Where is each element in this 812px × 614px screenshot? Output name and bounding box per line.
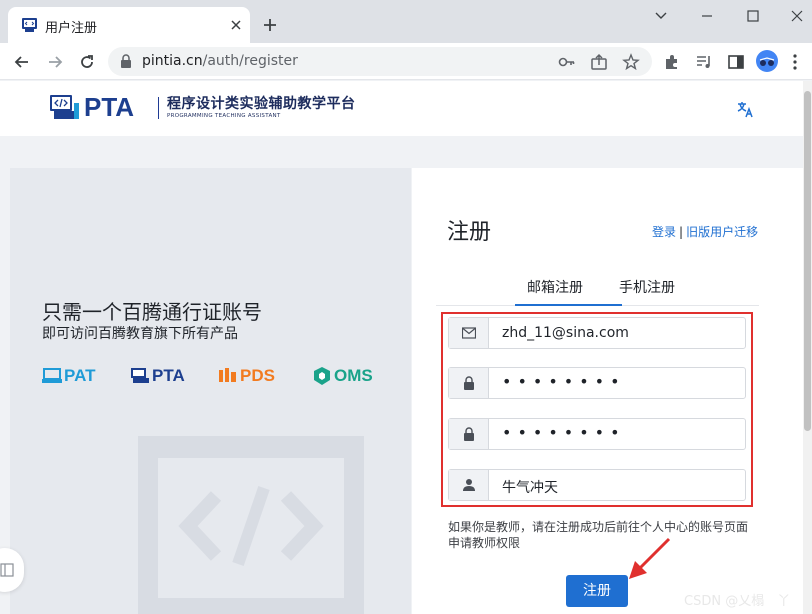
teacher-permission-note: 如果你是教师，请在注册成功后前往个人中心的账号页面申请教师权限	[448, 520, 749, 550]
brand-label: PTA	[152, 366, 185, 385]
pds-logo-icon	[219, 368, 236, 382]
address-bar[interactable]: pintia.cn/auth/register	[108, 47, 652, 76]
new-tab-plus-icon[interactable]	[262, 17, 278, 33]
register-tabs: 邮箱注册 手机注册	[436, 268, 759, 306]
close-icon[interactable]	[228, 17, 244, 33]
oms-logo-icon	[314, 367, 330, 385]
nickname-addon	[449, 470, 489, 500]
register-title: 注册	[447, 220, 492, 245]
url-text[interactable]: pintia.cn/auth/register	[142, 53, 298, 69]
browser-toolbar: pintia.cn/auth/register	[0, 43, 812, 80]
forward-arrow-icon[interactable]	[45, 52, 65, 72]
window-close-icon[interactable]	[787, 8, 807, 24]
profile-cat-icon	[759, 57, 775, 66]
brand-label: OMS	[334, 366, 373, 385]
back-arrow-icon[interactable]	[12, 52, 32, 72]
pta-logo-text: PTA	[84, 92, 135, 122]
email-value[interactable]: zhd_11@sina.com	[502, 325, 629, 341]
url-host: pintia.cn	[142, 53, 203, 69]
lock-icon	[121, 54, 131, 68]
brand-label: PAT	[64, 366, 96, 385]
email-field[interactable]: zhd_11@sina.com	[448, 317, 746, 349]
media-queue-icon[interactable]	[694, 52, 714, 72]
side-panel-icon[interactable]	[726, 52, 746, 72]
platform-name: 程序设计类实验辅助教学平台	[167, 96, 356, 112]
confirm-password-field[interactable]: ••••••••	[448, 418, 746, 450]
pta-logo-icon	[50, 95, 79, 119]
profile-avatar[interactable]	[756, 50, 778, 72]
password-field[interactable]: ••••••••	[448, 367, 746, 399]
code-illustration-icon	[138, 436, 364, 614]
nickname-field[interactable]: 牛气冲天	[448, 469, 746, 501]
legacy-migrate-link[interactable]: 旧版用户迁移	[686, 225, 758, 239]
password-value[interactable]: ••••••••	[502, 372, 626, 391]
scrollbar-thumb[interactable]	[804, 91, 811, 431]
browser-tabstrip: 用户注册	[0, 0, 812, 43]
promo-title: 只需一个百腾通行证账号	[42, 300, 262, 324]
mail-icon	[462, 327, 476, 339]
maximize-icon[interactable]	[743, 8, 763, 24]
pta-logo[interactable]: PTA	[50, 92, 162, 122]
user-icon	[463, 479, 475, 491]
site-header: PTA 程序设计类实验辅助教学平台 PROGRAMMING TEACHING A…	[0, 81, 803, 136]
browser-tab-title: 用户注册	[45, 21, 98, 36]
register-submit-button[interactable]: 注册	[566, 575, 628, 607]
pta-small-logo-icon	[131, 368, 149, 383]
brand-label: PDS	[240, 366, 275, 385]
chevron-down-icon[interactable]	[651, 8, 671, 24]
url-path: /auth/register	[202, 53, 298, 69]
more-vert-icon[interactable]	[792, 52, 798, 72]
lock-icon	[464, 427, 474, 441]
panel-toggle-icon	[0, 563, 14, 577]
nickname-value[interactable]: 牛气冲天	[502, 477, 558, 497]
annotation-arrow-icon	[629, 537, 671, 579]
minimize-icon[interactable]	[697, 8, 717, 24]
page-scrollbar[interactable]	[803, 81, 812, 614]
platform-name-en: PROGRAMMING TEACHING ASSISTANT	[167, 113, 281, 119]
lock-icon	[464, 376, 474, 390]
pat-logo-icon	[42, 368, 62, 383]
extensions-puzzle-icon[interactable]	[662, 52, 682, 72]
auth-links: 登录 | 旧版用户迁移	[652, 223, 758, 240]
pta-favicon-icon	[22, 18, 37, 32]
active-tab-indicator	[515, 304, 622, 306]
login-link[interactable]: 登录	[652, 225, 676, 239]
tab-phone-register[interactable]: 手机注册	[619, 277, 675, 297]
star-icon[interactable]	[622, 53, 640, 71]
confirm-password-value[interactable]: ••••••••	[502, 423, 626, 442]
reload-icon[interactable]	[77, 52, 97, 72]
confirm-password-addon	[449, 419, 489, 449]
share-icon[interactable]	[590, 53, 608, 71]
password-addon	[449, 368, 489, 398]
tab-email-register[interactable]: 邮箱注册	[527, 277, 583, 297]
promo-subtitle: 即可访问百腾教育旗下所有产品	[42, 326, 238, 342]
browser-tab[interactable]: 用户注册	[8, 7, 250, 43]
email-addon	[449, 318, 489, 348]
link-separator: |	[679, 225, 684, 239]
promo-panel: 只需一个百腾通行证账号 即可访问百腾教育旗下所有产品 PAT PTA PDS O…	[10, 168, 411, 614]
key-icon[interactable]	[558, 53, 576, 71]
translate-icon[interactable]	[736, 100, 754, 118]
csdn-watermark: CSDN @乂榻 丫	[684, 594, 791, 609]
logo-divider	[158, 97, 159, 119]
